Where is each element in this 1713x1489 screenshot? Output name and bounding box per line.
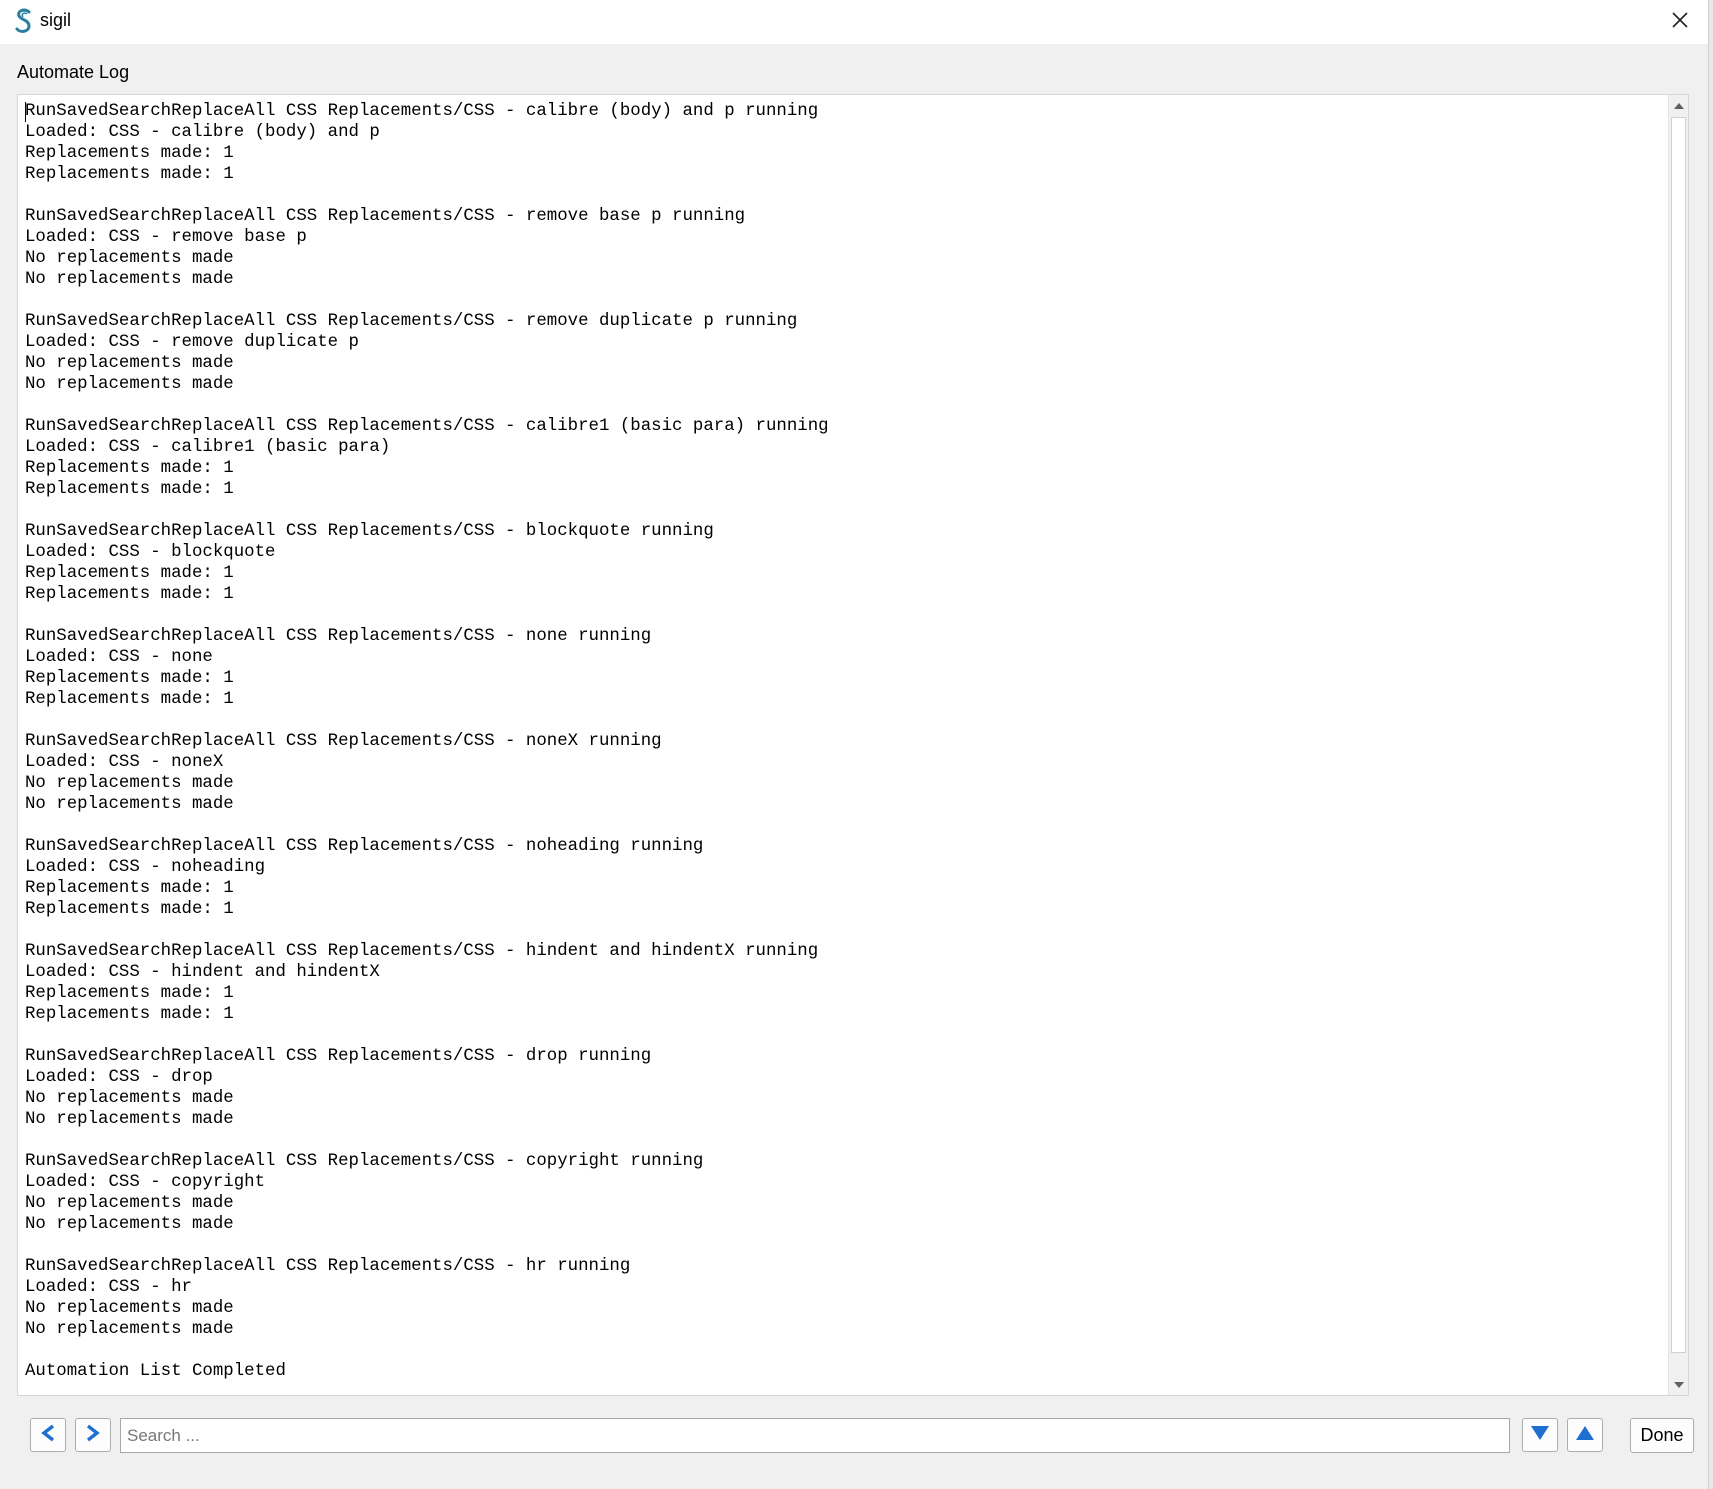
close-button[interactable] — [1664, 6, 1696, 38]
log-line: No replacements made — [25, 1299, 234, 1318]
close-icon — [1671, 11, 1689, 34]
log-line: RunSavedSearchReplaceAll CSS Replacement… — [25, 312, 798, 331]
triangle-up-icon — [1575, 1425, 1595, 1446]
log-line: No replacements made — [25, 1320, 234, 1339]
arrow-right-icon — [85, 1424, 101, 1447]
log-line: RunSavedSearchReplaceAll CSS Replacement… — [25, 417, 829, 436]
log-line: RunSavedSearchReplaceAll CSS Replacement… — [25, 1152, 704, 1171]
log-line: RunSavedSearchReplaceAll CSS Replacement… — [25, 1257, 631, 1276]
log-line: Loaded: CSS - copyright — [25, 1173, 266, 1192]
log-line: No replacements made — [25, 249, 234, 268]
log-line: Replacements made: 1 — [25, 144, 234, 163]
log-vertical-scrollbar[interactable] — [1668, 95, 1688, 1395]
search-input[interactable] — [120, 1418, 1510, 1453]
log-line: RunSavedSearchReplaceAll CSS Replacement… — [25, 522, 714, 541]
log-line: Replacements made: 1 — [25, 459, 234, 478]
scroll-down-button[interactable] — [1669, 1375, 1688, 1395]
scroll-down-arrow-icon — [1673, 1376, 1684, 1394]
arrow-left-icon — [40, 1424, 56, 1447]
log-line: Loaded: CSS - hr — [25, 1278, 192, 1297]
previous-button[interactable] — [30, 1418, 66, 1452]
log-line: Replacements made: 1 — [25, 879, 234, 898]
log-line: Automation List Completed — [25, 1362, 286, 1381]
log-line: Loaded: CSS - none — [25, 648, 213, 667]
search-bar: Done — [0, 1400, 1708, 1480]
sigil-logo-icon — [14, 8, 34, 34]
find-previous-button[interactable] — [1567, 1418, 1603, 1452]
title-bar[interactable]: sigil — [0, 0, 1708, 44]
log-line: Loaded: CSS - drop — [25, 1068, 213, 1087]
log-line: RunSavedSearchReplaceAll CSS Replacement… — [25, 627, 652, 646]
log-line: Replacements made: 1 — [25, 984, 234, 1003]
log-line: Loaded: CSS - remove base p — [25, 228, 307, 247]
log-line: No replacements made — [25, 774, 234, 793]
log-line: Replacements made: 1 — [25, 564, 234, 583]
log-line: RunSavedSearchReplaceAll CSS Replacement… — [25, 837, 704, 856]
log-line: Loaded: CSS - noneX — [25, 753, 224, 772]
log-line: Replacements made: 1 — [25, 669, 234, 688]
done-button[interactable]: Done — [1630, 1418, 1694, 1453]
log-content[interactable]: RunSavedSearchReplaceAll CSS Replacement… — [25, 101, 1665, 1391]
log-line: RunSavedSearchReplaceAll CSS Replacement… — [25, 207, 746, 226]
find-next-button[interactable] — [1522, 1418, 1558, 1452]
log-line: Loaded: CSS - noheading — [25, 858, 266, 877]
log-line: No replacements made — [25, 1194, 234, 1213]
triangle-down-icon — [1530, 1425, 1550, 1446]
log-line: Loaded: CSS - hindent and hindentX — [25, 963, 380, 982]
window-title: sigil — [40, 10, 72, 30]
log-line: Loaded: CSS - blockquote — [25, 543, 276, 562]
log-line: RunSavedSearchReplaceAll CSS Replacement… — [25, 1047, 652, 1066]
log-line: Loaded: CSS - calibre (body) and p — [25, 123, 380, 142]
background-window-edge — [1709, 0, 1713, 1489]
log-line: No replacements made — [25, 375, 234, 394]
log-line: RunSavedSearchReplaceAll CSS Replacement… — [25, 102, 819, 121]
log-line: Replacements made: 1 — [25, 165, 234, 184]
log-line: No replacements made — [25, 1089, 234, 1108]
log-text-area[interactable]: RunSavedSearchReplaceAll CSS Replacement… — [17, 94, 1689, 1396]
scroll-up-arrow-icon — [1673, 96, 1684, 114]
automate-log-label: Automate Log — [17, 62, 130, 82]
log-line: RunSavedSearchReplaceAll CSS Replacement… — [25, 732, 662, 751]
log-line: Replacements made: 1 — [25, 585, 234, 604]
log-line: No replacements made — [25, 354, 234, 373]
log-line: Loaded: CSS - remove duplicate p — [25, 333, 359, 352]
scroll-up-button[interactable] — [1669, 95, 1688, 115]
log-line: No replacements made — [25, 795, 234, 814]
log-line: Replacements made: 1 — [25, 900, 234, 919]
log-line: Replacements made: 1 — [25, 1005, 234, 1024]
log-line: Replacements made: 1 — [25, 480, 234, 499]
log-line: No replacements made — [25, 1215, 234, 1234]
text-caret — [25, 102, 26, 122]
log-line: Replacements made: 1 — [25, 690, 234, 709]
log-line: RunSavedSearchReplaceAll CSS Replacement… — [25, 942, 819, 961]
log-line: No replacements made — [25, 270, 234, 289]
log-line: No replacements made — [25, 1110, 234, 1129]
next-button[interactable] — [75, 1418, 111, 1452]
log-line: Loaded: CSS - calibre1 (basic para) — [25, 438, 391, 457]
scrollbar-thumb[interactable] — [1671, 117, 1686, 1353]
automate-log-window: sigil Automate Log RunSavedSearchReplace… — [0, 0, 1709, 1489]
